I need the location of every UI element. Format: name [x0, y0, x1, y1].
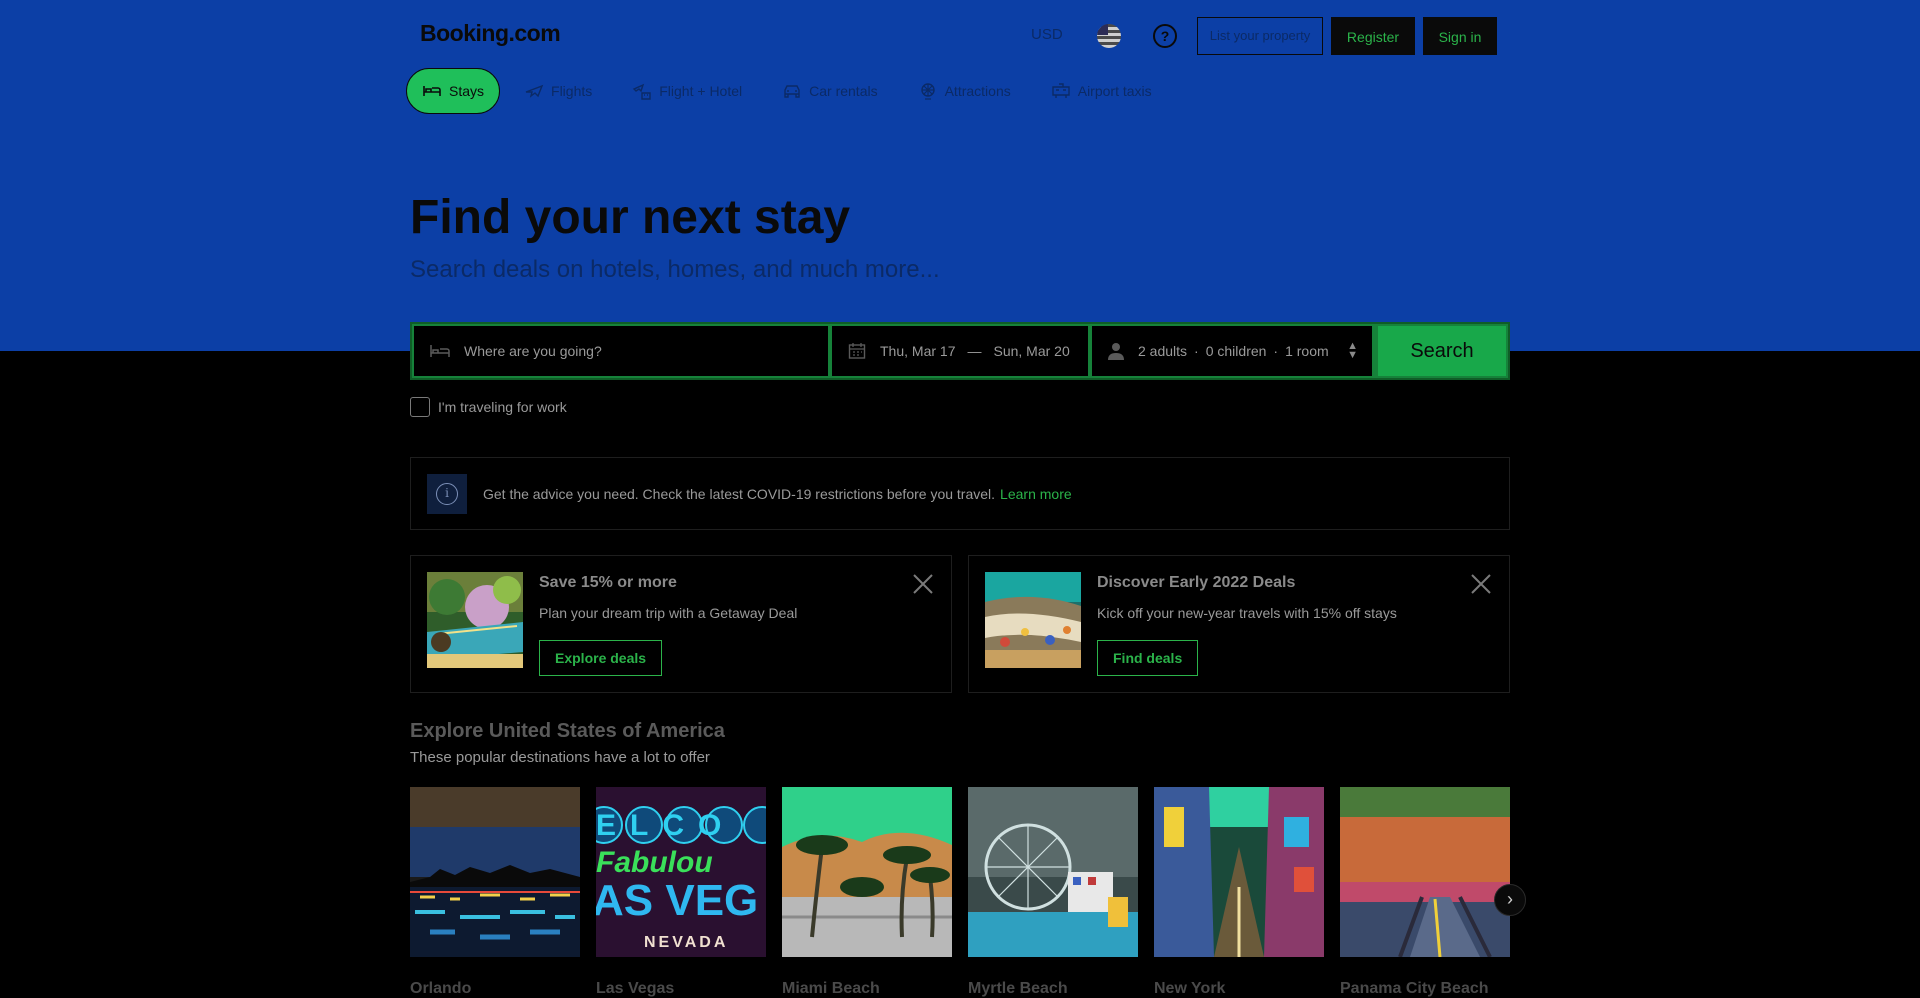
destination-card-new-york[interactable]: New York	[1154, 787, 1324, 998]
destination-card-miami-beach[interactable]: Miami Beach	[782, 787, 952, 998]
work-travel-label: I'm traveling for work	[438, 399, 567, 415]
nav-item-flight-hotel[interactable]: Flight + Hotel	[616, 68, 758, 114]
nav-item-label: Car rentals	[809, 83, 878, 99]
children-count: 0 children	[1205, 343, 1267, 359]
search-bar: Where are you going? Thu, Mar 17 — Sun, …	[410, 322, 1510, 380]
destination-input[interactable]: Where are you going?	[414, 326, 828, 376]
separator-dot: ·	[1194, 343, 1199, 359]
destination-card-las-vegas[interactable]: ELCO Fabulou AS VEG NEVADA Las Vegas	[585, 787, 781, 998]
destination-name: Myrtle Beach	[968, 980, 1068, 997]
destination-image	[968, 787, 1138, 957]
sign-text-big: AS VEG	[596, 876, 758, 925]
nav-item-label: Stays	[449, 83, 485, 99]
hero-banner	[0, 0, 1920, 351]
promo-card-early-2022: Discover Early 2022 Deals Kick off your …	[968, 555, 1510, 693]
language-flag-icon[interactable]	[1097, 24, 1121, 48]
attractions-icon	[920, 83, 935, 100]
destination-image	[1340, 787, 1510, 958]
explore-deals-button[interactable]: Explore deals	[539, 640, 663, 676]
promo-image-pool	[427, 572, 523, 668]
sign-in-button[interactable]: Sign in	[1423, 17, 1497, 55]
destination-name: New York	[1154, 980, 1226, 997]
destination-name: Panama City Beach	[1340, 980, 1489, 997]
register-button[interactable]: Register	[1331, 17, 1415, 55]
learn-more-link[interactable]: Learn more	[1000, 486, 1072, 502]
checkout-date: Sun, Mar 20	[993, 343, 1070, 359]
hero-title: Find your next stay	[410, 191, 851, 244]
list-property-button[interactable]: List your property	[1197, 17, 1323, 55]
nav-item-label: Airport taxis	[1077, 83, 1152, 99]
nav-item-car-rentals[interactable]: Car rentals	[766, 68, 893, 114]
nav-item-attractions[interactable]: Attractions	[902, 68, 1027, 114]
nav-item-label: Attractions	[944, 83, 1011, 99]
guests-selector[interactable]: 2 adults · 0 children · 1 room ▲ ▼	[1092, 326, 1372, 376]
destination-name: Orlando	[410, 980, 472, 997]
destination-card-panama-city-beach[interactable]: Panama City Beach	[1340, 787, 1510, 998]
bed-icon	[430, 345, 450, 357]
notice-text: Get the advice you need. Check the lates…	[483, 485, 996, 502]
destination-card-myrtle-beach[interactable]: Myrtle Beach	[968, 787, 1138, 998]
sign-text-mid: Fabulou	[596, 846, 713, 879]
destination-placeholder: Where are you going?	[464, 343, 602, 359]
destination-image	[1154, 787, 1324, 957]
booking-logo[interactable]: Booking.com	[420, 20, 561, 47]
destination-name: Miami Beach	[782, 980, 880, 997]
explore-subtitle: These popular destinations have a lot to…	[410, 749, 710, 766]
car-icon	[784, 85, 800, 98]
explore-title: Explore United States of America	[410, 720, 725, 742]
promo-title: Discover Early 2022 Deals	[1097, 574, 1296, 591]
destination-image: ELCO Fabulou AS VEG NEVADA	[585, 787, 781, 957]
nav-item-label: Flights	[551, 83, 593, 99]
destination-name: Las Vegas	[596, 980, 675, 997]
work-travel-checkbox-row[interactable]: I'm traveling for work	[410, 397, 567, 417]
checkin-date: Thu, Mar 17	[880, 343, 956, 359]
calendar-icon	[848, 343, 866, 359]
find-deals-button[interactable]: Find deals	[1097, 640, 1199, 676]
nav-item-flights[interactable]: Flights	[508, 68, 608, 114]
nav-item-airport-taxis[interactable]: Airport taxis	[1035, 68, 1168, 114]
person-icon	[1108, 343, 1124, 360]
work-travel-checkbox[interactable]	[410, 397, 430, 417]
promo-subtitle: Kick off your new-year travels with 15% …	[1097, 605, 1397, 621]
adults-count: 2 adults	[1138, 343, 1188, 359]
rooms-count: 1 room	[1285, 343, 1329, 359]
covid-notice: i Get the advice you need. Check the lat…	[410, 457, 1510, 530]
promo-image-beach	[985, 572, 1081, 668]
help-icon[interactable]: ?	[1153, 24, 1177, 48]
hero-subtitle: Search deals on hotels, homes, and much …	[410, 256, 940, 283]
info-icon: i	[427, 473, 467, 514]
promo-card-getaway: Save 15% or more Plan your dream trip wi…	[410, 555, 952, 693]
separator-dot: ·	[1273, 343, 1279, 359]
promo-subtitle: Plan your dream trip with a Getaway Deal	[539, 605, 798, 621]
carousel-next-icon[interactable]: ›	[1494, 884, 1526, 916]
date-separator: —	[967, 343, 982, 359]
taxi-icon	[1052, 83, 1070, 98]
close-icon[interactable]	[911, 572, 935, 596]
destination-card-orlando[interactable]: Orlando	[410, 787, 580, 998]
date-picker[interactable]: Thu, Mar 17 — Sun, Mar 20	[832, 326, 1088, 376]
chevron-updown-icon: ▲ ▼	[1347, 340, 1358, 361]
flight-hotel-icon	[633, 83, 651, 100]
sign-text-top: ELCO	[596, 809, 735, 842]
promo-title: Save 15% or more	[539, 574, 677, 591]
close-icon[interactable]	[1469, 572, 1493, 596]
product-nav: Stays Flights Flight + Hotel Car rentals…	[406, 68, 1176, 114]
plane-icon	[525, 84, 544, 98]
currency-selector[interactable]: USD	[1031, 26, 1063, 43]
destination-image	[410, 787, 580, 957]
bed-icon	[423, 86, 441, 96]
search-button[interactable]: Search	[1378, 326, 1506, 376]
nav-item-label: Flight + Hotel	[659, 83, 743, 99]
destination-image	[782, 787, 952, 957]
sign-text-bottom: NEVADA	[644, 934, 728, 951]
nav-item-stays[interactable]: Stays	[406, 68, 501, 114]
